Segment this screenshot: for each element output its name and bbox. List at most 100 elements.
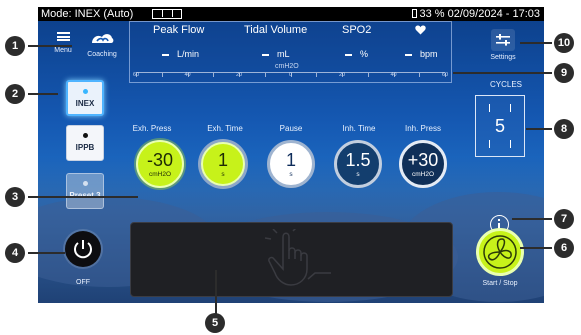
exh-time-unit: s [221,170,225,178]
battery-icon [411,9,417,18]
status-bar: Mode: INEX (Auto) 33 % 02/09/2024 - 17:0… [38,7,544,21]
tidal-volume-unit: mL [277,49,290,59]
sliders-icon [496,34,510,46]
pause-value: 1 [285,149,296,170]
monitoring-panel: Peak Flow Tidal Volume SPO2 L/min mL % b… [129,21,452,83]
start-stop-label: Start / Stop [482,280,518,287]
spo2-unit: % [360,49,369,59]
fan-icon [483,235,517,269]
mode-ippb-label: IPPB [75,143,95,152]
callout-leader [28,93,58,95]
pause-unit: s [289,170,293,178]
exh-press-label: Exh. Press [132,124,172,133]
callout-3: 3 [5,187,25,207]
peak-flow-unit: L/min [177,49,200,59]
tidal-volume-label: Tidal Volume [244,24,308,36]
scale-tick-label: 20 [235,72,243,78]
cycles-counter[interactable]: 5 [475,95,525,157]
visual-feedback-area[interactable] [130,222,453,297]
scale-tick [316,73,318,77]
cycles-value: 5 [494,116,505,136]
coaching-button[interactable]: Coaching [82,29,122,58]
corner-mark [510,104,516,112]
pulse-value: bpm [405,49,438,59]
callout-10: 10 [554,33,574,53]
settings-label: Settings [490,54,516,61]
peak-flow-value: L/min [162,49,199,59]
scale-tick-label: 0 [288,72,293,78]
pause-control[interactable]: 1 s [267,140,315,188]
scale-tick [161,73,163,77]
callout-2: 2 [5,84,25,104]
menu-button[interactable]: Menu [46,29,80,54]
scale-tick [213,73,215,77]
mode-indicator-dot [82,181,88,186]
callout-leader [28,196,138,198]
inh-time-value: 1.5 [345,149,371,170]
callout-5: 5 [205,313,225,333]
callout-4: 4 [5,243,25,263]
menu-label: Menu [54,47,72,54]
spo2-value: % [345,49,368,59]
mode-button-inex[interactable]: INEX [66,80,104,116]
callout-leader [520,247,552,249]
mode-inex-label: INEX [75,99,95,108]
mode-button-ippb[interactable]: IPPB [66,125,104,161]
power-button[interactable] [65,231,101,267]
callout-6: 6 [554,238,574,258]
callout-8: 8 [554,119,574,139]
mode-indicator-dot [82,133,88,138]
scale-tick [264,73,266,77]
peak-flow-label: Peak Flow [153,24,205,36]
inh-press-unit: cmH2O [411,170,435,178]
power-label: OFF [76,279,90,286]
inh-time-control[interactable]: 1.5 s [334,140,382,188]
battery-datetime-text: 33 % 02/09/2024 - 17:03 [419,8,540,20]
mode-indicator-dot [82,89,88,94]
corner-mark [484,104,490,112]
mode-status-text: Mode: INEX (Auto) [41,8,134,20]
device-screen: Mode: INEX (Auto) 33 % 02/09/2024 - 17:0… [38,7,544,303]
menu-icon [56,32,70,41]
mode-button-preset3[interactable]: Preset 3 [66,173,104,209]
callout-7: 7 [554,209,574,229]
corner-mark [510,140,516,148]
settings-button[interactable]: Settings [482,29,524,61]
tidal-volume-value: mL [262,49,290,59]
callout-leader [520,42,552,44]
pause-label: Pause [279,124,303,133]
coaching-label: Coaching [87,51,117,58]
inh-time-unit: s [356,170,360,178]
spo2-label: SPO2 [342,24,372,36]
scale-tick-label: 60 [132,72,140,78]
scale-tick-label: 40 [390,72,397,78]
scale-tick-label: 20 [338,72,346,78]
scale-tick [367,73,369,77]
power-icon [74,240,92,259]
scale-tick-label: 40 [184,72,191,78]
inh-press-value: +30 [407,149,439,170]
exh-press-control[interactable]: -30 cmH2O [136,140,184,188]
settings-icon-box [491,29,515,51]
inh-time-label: Inh. Time [342,124,376,133]
inh-press-control[interactable]: +30 cmH2O [399,140,447,188]
pulse-unit: bpm [420,49,438,59]
touch-hand-icon [264,229,331,286]
lungs-icon [152,9,182,19]
callout-leader [453,72,552,74]
exh-time-control[interactable]: 1 s [201,142,245,186]
exh-time-value: 1 [217,149,228,170]
start-stop-button[interactable] [476,228,524,276]
callout-leader [28,252,65,254]
callout-9: 9 [554,63,574,83]
callout-1: 1 [5,36,25,56]
corner-mark [484,140,490,148]
callout-leader [526,128,552,130]
pressure-scale: 60 40 20 0 20 40 60 [132,72,448,82]
inh-press-label: Inh. Press [404,124,441,133]
scale-tick [419,73,421,77]
exh-press-value: -30 [146,149,173,170]
heart-icon [415,25,426,35]
exh-time-label: Exh. Time [207,124,243,133]
pressure-scale-label: cmH2O [275,63,299,70]
